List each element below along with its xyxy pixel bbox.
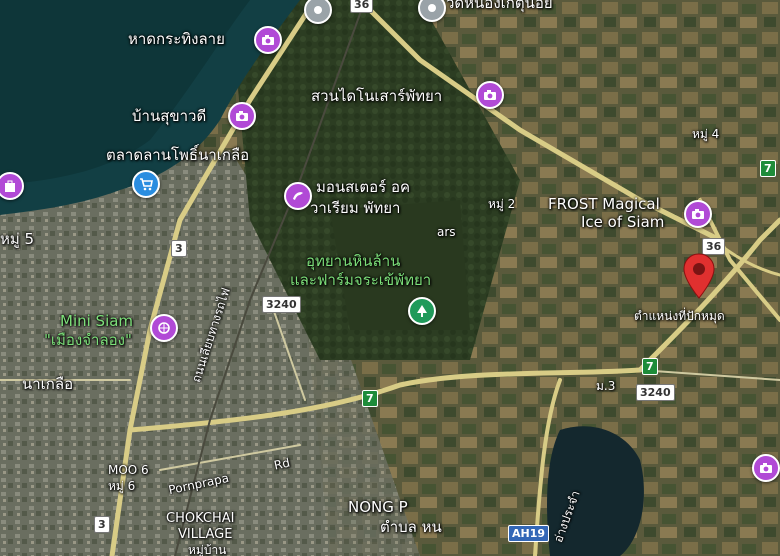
road-label-rd: Rd — [272, 455, 292, 473]
place-label-m3: ม.3 — [596, 379, 616, 393]
place-label-top-temple: วัดหนองเกตุน้อย — [446, 0, 553, 12]
park-poi-icon[interactable] — [408, 297, 436, 325]
route-shield-7-a: 7 — [362, 390, 378, 407]
route-shield-7-b: 7 — [642, 358, 658, 375]
sun-icon — [428, 4, 436, 12]
route-shield-3240-b: 3240 — [636, 384, 675, 401]
camera-poi-icon[interactable] — [684, 200, 712, 228]
route-shield-ah19: AH19 — [508, 525, 550, 542]
camera-poi-icon[interactable] — [228, 102, 256, 130]
place-label-chokchai-1: CHOKCHAI — [166, 511, 235, 526]
camera-icon — [236, 111, 248, 121]
place-label-pin: ตำแหน่งที่ปักหมุด — [634, 309, 725, 323]
place-label-rock-park-1: อุทยานหินล้าน — [306, 252, 401, 270]
dolphin-icon — [293, 192, 303, 200]
location-pin-icon[interactable] — [681, 252, 717, 300]
place-label-moo4: หมู่ 4 — [692, 127, 720, 141]
camera-poi-icon[interactable] — [476, 81, 504, 109]
place-label-frost-2: Ice of Siam — [581, 213, 665, 231]
aquarium-poi-icon[interactable] — [284, 182, 312, 210]
satellite-map[interactable]: วัดหนองเกตุน้อย 36 หาดกระทิงลาย สวนไดโนเ… — [0, 0, 780, 556]
place-label-frost-1: FROST Magical — [548, 195, 660, 213]
place-label-talad-lan-pho: ตลาดลานโพธิ์นาเกลือ — [106, 146, 250, 164]
route-shield-3240-a: 3240 — [262, 296, 301, 313]
camera-icon — [760, 463, 772, 473]
cart-icon — [140, 178, 153, 191]
place-label-naklua: นาเกลือ — [22, 375, 74, 393]
place-label-rock-park-2: และฟาร์มจระเข้พัทยา — [290, 271, 432, 289]
camera-poi-icon[interactable] — [752, 454, 780, 482]
place-label-chokchai-2: VILLAGE — [178, 527, 233, 542]
place-label-monster-aquarium-1: มอนสเตอร์ อค — [316, 178, 411, 196]
place-label-moo5: หมู่ 5 — [0, 230, 35, 248]
camera-poi-icon[interactable] — [254, 26, 282, 54]
shopping-poi-icon[interactable] — [132, 170, 160, 198]
globe-icon — [158, 322, 170, 334]
place-label-mini-siam-2: "เมืองจำลอง" — [44, 331, 132, 349]
landmark-poi-icon[interactable] — [150, 314, 178, 342]
camera-icon — [484, 90, 496, 100]
route-shield-3: 3 — [171, 240, 187, 257]
place-label-moo6-th: หมู่ 6 — [108, 479, 136, 493]
camera-icon — [692, 209, 704, 219]
tree-icon — [417, 305, 427, 317]
place-label-moo6-en: MOO 6 — [108, 463, 149, 477]
place-label-ban-sukhawadee: บ้านสุขาวดี — [132, 107, 207, 125]
place-label-hat-krathing-lai: หาดกระทิงลาย — [128, 30, 225, 48]
place-label-mini-siam-1: Mini Siam — [60, 312, 134, 330]
red-marker-icon — [683, 253, 715, 299]
place-label-dino-park: สวนไดโนเสาร์พัทยา — [311, 87, 443, 105]
route-shield-3-bottom: 3 — [94, 516, 110, 533]
route-shield-36-top: 36 — [350, 0, 374, 13]
route-shield-7-right: 7 — [760, 160, 776, 177]
bag-icon — [5, 180, 15, 192]
sun-icon — [314, 6, 322, 14]
place-label-monster-aquarium-2: วาเรียม พัทยา — [310, 199, 401, 217]
place-label-chokchai-3: หมู่บ้าน — [188, 543, 227, 556]
place-label-nongp-1: NONG P — [348, 498, 408, 516]
place-label-stars-fragment: ars — [437, 225, 456, 239]
place-label-nongp-2: ตำบล หน — [380, 518, 442, 536]
camera-icon — [262, 35, 274, 45]
place-label-moo2: หมู่ 2 — [488, 197, 516, 211]
